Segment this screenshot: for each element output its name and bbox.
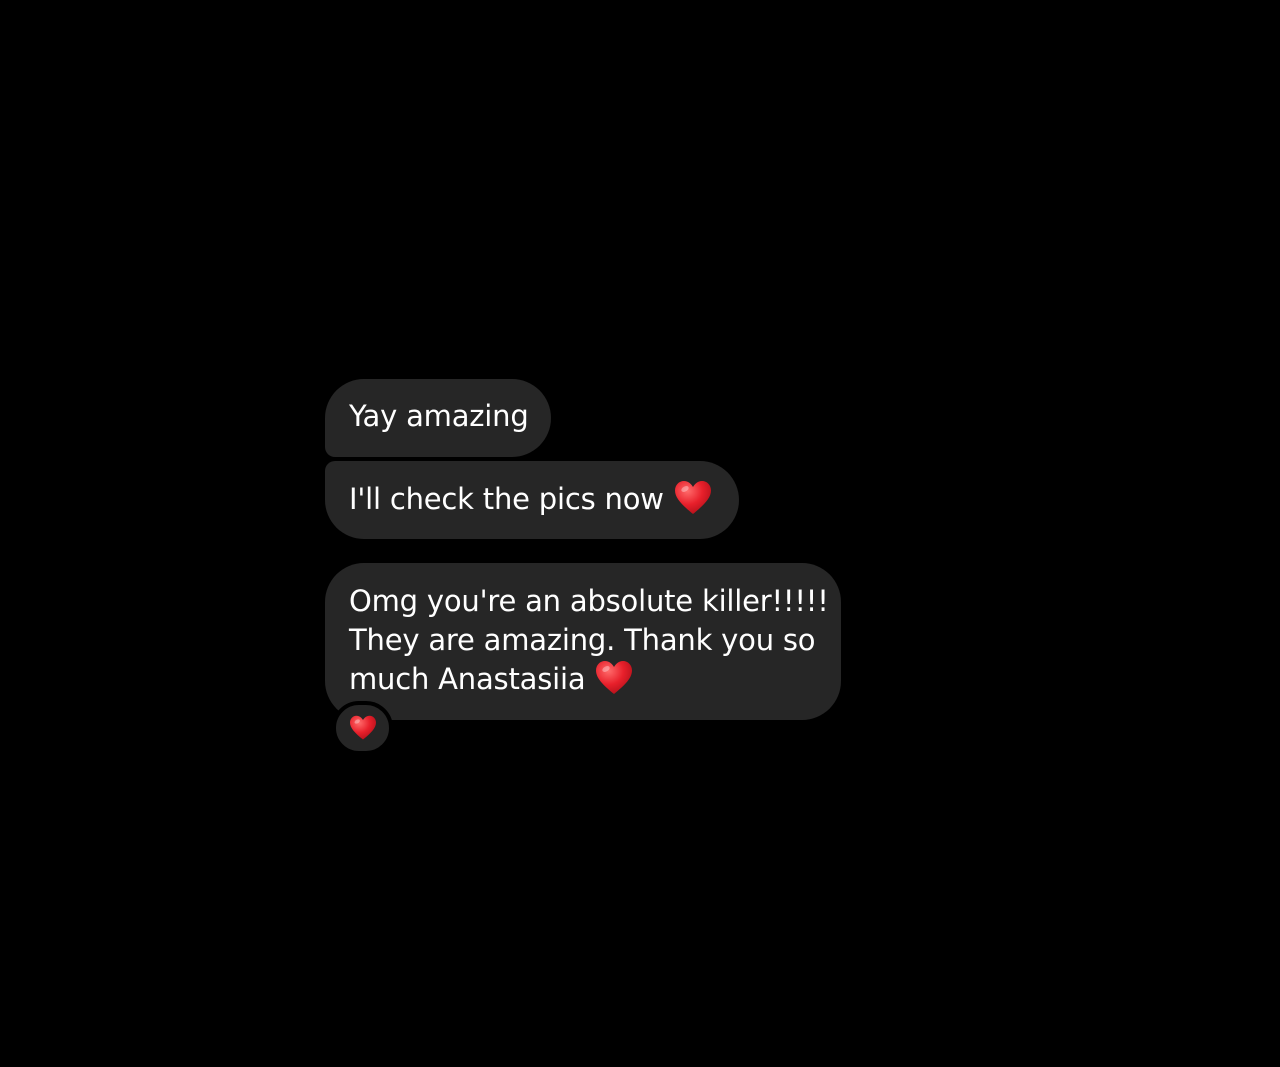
message-text-line-last: much Anastasiia	[349, 660, 841, 699]
message-text: Yay amazing	[349, 399, 529, 433]
message-text: I'll check the pics now	[349, 482, 664, 516]
message-text-line: They are amazing. Thank you so	[349, 623, 816, 657]
red-heart-reaction-icon	[349, 715, 377, 741]
message-bubble[interactable]: Omg you're an absolute killer!!!!! They …	[325, 563, 841, 720]
message-text-line: Omg you're an absolute killer!!!!!	[349, 584, 829, 618]
message-bubble[interactable]: Yay amazing	[325, 379, 551, 457]
red-heart-icon	[595, 660, 633, 696]
message-thread: Yay amazing I'll check the pics now Omg …	[0, 0, 1280, 1067]
reaction-badge[interactable]	[332, 701, 393, 755]
message-text: much Anastasiia	[349, 662, 586, 696]
message-bubble[interactable]: I'll check the pics now	[325, 461, 739, 539]
red-heart-icon	[674, 480, 712, 516]
